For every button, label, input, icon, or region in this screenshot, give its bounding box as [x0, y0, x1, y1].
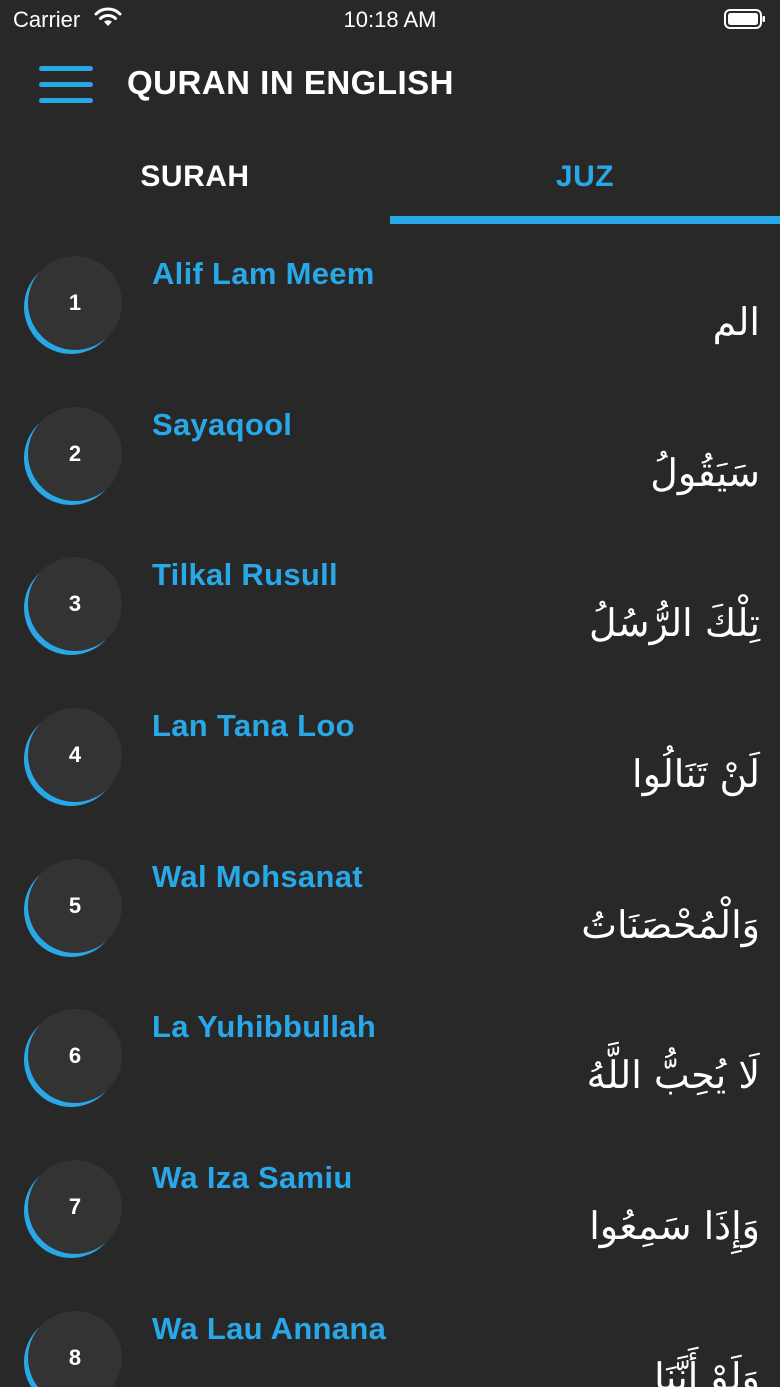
- juz-number-badge: 8: [28, 1310, 122, 1387]
- juz-arabic-name: الم: [712, 300, 760, 344]
- juz-name: La Yuhibbullah: [152, 1009, 377, 1045]
- juz-arabic-name: سَيَقُولُ: [650, 450, 760, 495]
- juz-row[interactable]: 4 Lan Tana Loo لَنْ تَنَالُوا: [0, 678, 780, 829]
- juz-row[interactable]: 2 Sayaqool سَيَقُولُ: [0, 377, 780, 528]
- screen: Carrier 10:18 AM QURAN IN ENGLISH SURAH …: [0, 0, 780, 1387]
- battery-full-icon: [724, 9, 765, 29]
- app-title: QURAN IN ENGLISH: [127, 64, 455, 101]
- juz-name: Tilkal Rusull: [152, 557, 338, 593]
- juz-name: Sayaqool: [152, 406, 293, 442]
- juz-row[interactable]: 1 Alif Lam Meem الم: [0, 226, 780, 377]
- status-time: 10:18 AM: [343, 7, 437, 32]
- juz-number-badge: 5: [28, 858, 122, 953]
- juz-number-badge: 3: [28, 557, 122, 652]
- juz-name: Wal Mohsanat: [152, 858, 363, 894]
- juz-arabic-name: وَإِذَا سَمِعُوا: [589, 1204, 760, 1249]
- juz-arabic-name: تِلْكَ الرُّسُلُ: [589, 601, 760, 646]
- tab-juz[interactable]: JUZ: [390, 160, 780, 224]
- juz-row[interactable]: 5 Wal Mohsanat وَالْمُحْصَنَاتُ: [0, 829, 780, 980]
- juz-name: Wa Lau Annana: [152, 1310, 387, 1346]
- juz-row[interactable]: 7 Wa Iza Samiu وَإِذَا سَمِعُوا: [0, 1130, 780, 1281]
- juz-row[interactable]: 6 La Yuhibbullah لَا يُحِبُّ اللَّهُ: [0, 979, 780, 1130]
- juz-arabic-name: لَنْ تَنَالُوا: [632, 752, 760, 797]
- juz-number-badge: 6: [28, 1009, 122, 1104]
- juz-row[interactable]: 8 Wa Lau Annana وَلَوْ أَنَّنَا: [0, 1281, 780, 1387]
- juz-number-badge: 2: [28, 406, 122, 501]
- status-bar: Carrier 10:18 AM: [0, 0, 780, 40]
- juz-number-badge: 7: [28, 1160, 122, 1255]
- juz-name: Alif Lam Meem: [152, 256, 375, 291]
- juz-arabic-name: وَلَوْ أَنَّنَا: [654, 1354, 760, 1387]
- juz-list: 1 Alif Lam Meem الم 2 Sayaqool سَيَقُولُ…: [0, 226, 780, 1387]
- tab-surah[interactable]: SURAH: [0, 160, 390, 224]
- active-tab-indicator: [390, 216, 780, 224]
- juz-name: Wa Iza Samiu: [152, 1160, 353, 1196]
- juz-arabic-name: لَا يُحِبُّ اللَّهُ: [586, 1053, 760, 1098]
- juz-arabic-name: وَالْمُحْصَنَاتُ: [581, 902, 760, 947]
- juz-name: Lan Tana Loo: [152, 708, 355, 744]
- hamburger-menu-icon[interactable]: [39, 64, 93, 106]
- juz-number-badge: 1: [28, 256, 122, 350]
- juz-row[interactable]: 3 Tilkal Rusull تِلْكَ الرُّسُلُ: [0, 527, 780, 678]
- juz-number-badge: 4: [28, 708, 122, 803]
